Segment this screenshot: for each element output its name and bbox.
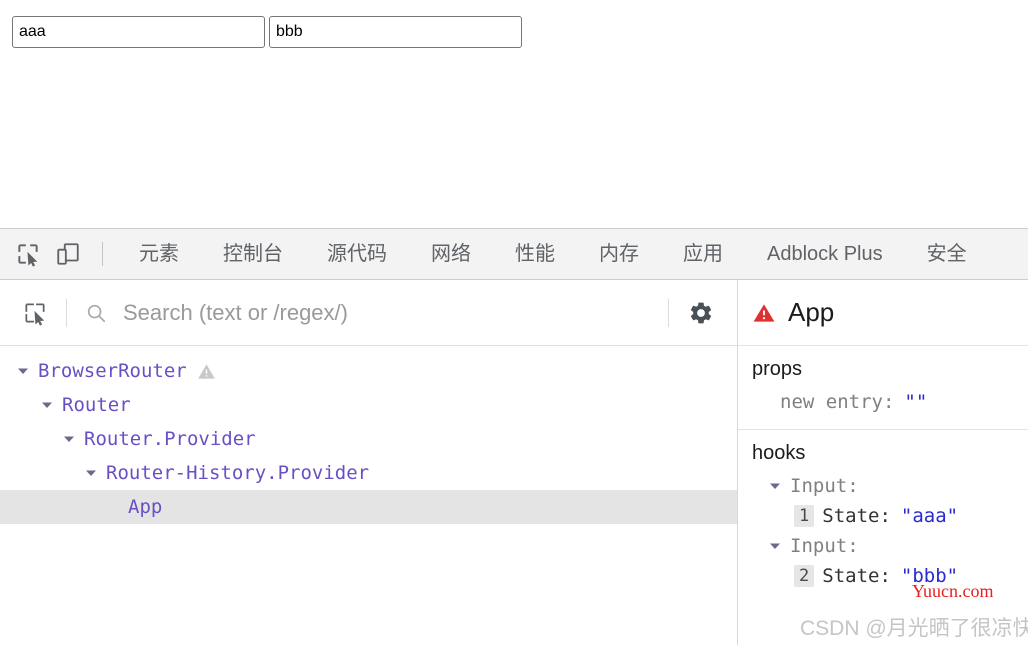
- tab-memory[interactable]: 内存: [577, 229, 661, 279]
- search-input[interactable]: [121, 298, 658, 327]
- chevron-down-icon[interactable]: [60, 430, 78, 448]
- hook-row[interactable]: Input:: [752, 471, 1028, 501]
- tree-row[interactable]: BrowserRouter: [0, 354, 737, 388]
- input-form-row: [12, 16, 522, 48]
- chevron-down-icon[interactable]: [38, 396, 56, 414]
- prop-key: new entry:: [780, 391, 895, 413]
- input-bbb[interactable]: [269, 16, 522, 48]
- props-section: props new entry: "": [738, 346, 1028, 430]
- hooks-section-title: hooks: [752, 442, 806, 464]
- tree-row[interactable]: Router-History.Provider: [0, 456, 737, 490]
- inspector-title: App: [788, 297, 835, 327]
- hook-state-row[interactable]: 2 State: "bbb": [752, 561, 1028, 591]
- gear-icon[interactable]: [679, 291, 723, 335]
- tab-application[interactable]: 应用: [661, 229, 745, 279]
- devtools-window: 元素 控制台 源代码 网络 性能 内存 应用 Adblock Plus 安全 S…: [0, 228, 1028, 645]
- prop-row[interactable]: new entry: "": [752, 387, 1028, 417]
- select-component-icon[interactable]: [14, 292, 56, 334]
- tree-item-label: Router: [62, 394, 131, 416]
- tab-elements[interactable]: 元素: [117, 229, 201, 279]
- hook-state-value[interactable]: "aaa": [901, 505, 958, 527]
- hook-name: Input:: [790, 475, 859, 497]
- hooks-section: hooks Input: 1 State: "aaa" Input: 2 Sta…: [738, 430, 1028, 603]
- tab-adblock-plus[interactable]: Adblock Plus: [745, 229, 905, 279]
- chevron-down-icon[interactable]: [14, 362, 32, 380]
- tree-row-selected[interactable]: App: [0, 490, 737, 524]
- toolbar-divider: [102, 242, 103, 266]
- tree-item-label: Router.Provider: [84, 428, 256, 450]
- hook-index-badge: 1: [794, 505, 815, 527]
- tree-row[interactable]: Router.Provider: [0, 422, 737, 456]
- warning-triangle-icon: [197, 362, 216, 381]
- component-tree: BrowserRouter Router Router.Provider Rou…: [0, 346, 737, 645]
- component-search-bar: [0, 280, 737, 346]
- search-icon: [83, 300, 109, 326]
- tree-item-label: App: [128, 496, 163, 518]
- hook-state-value[interactable]: "bbb": [901, 565, 958, 587]
- inspect-element-icon[interactable]: [8, 234, 48, 274]
- inspector-header: App: [738, 280, 1028, 346]
- tab-console[interactable]: 控制台: [201, 229, 305, 279]
- web-page-area: [0, 0, 1028, 228]
- react-devtools-panel: BrowserRouter Router: [0, 280, 1028, 645]
- props-section-title: props: [752, 358, 803, 380]
- tab-security[interactable]: 安全: [905, 229, 989, 279]
- tree-row[interactable]: Router: [0, 388, 737, 422]
- prop-value[interactable]: "": [904, 391, 927, 413]
- chevron-down-icon[interactable]: [766, 477, 784, 495]
- chevron-down-icon[interactable]: [82, 464, 100, 482]
- settings-divider: [668, 298, 669, 327]
- hook-row[interactable]: Input:: [752, 531, 1028, 561]
- tab-performance[interactable]: 性能: [493, 229, 577, 279]
- hook-state-key: State:: [822, 565, 891, 587]
- chevron-down-icon[interactable]: [766, 537, 784, 555]
- hook-index-badge: 2: [794, 565, 815, 587]
- input-aaa[interactable]: [12, 16, 265, 48]
- inspector-pane: App props new entry: "" hooks Input: 1 S…: [738, 280, 1028, 645]
- hook-state-row[interactable]: 1 State: "aaa": [752, 501, 1028, 531]
- tree-item-label: BrowserRouter: [38, 360, 187, 382]
- tab-network[interactable]: 网络: [409, 229, 493, 279]
- hook-state-key: State:: [822, 505, 891, 527]
- search-divider: [66, 298, 67, 327]
- devtools-tabbar: 元素 控制台 源代码 网络 性能 内存 应用 Adblock Plus 安全: [0, 229, 1028, 280]
- device-toolbar-icon[interactable]: [48, 234, 88, 274]
- component-tree-pane: BrowserRouter Router: [0, 280, 738, 645]
- tree-item-label: Router-History.Provider: [106, 462, 370, 484]
- hook-name: Input:: [790, 535, 859, 557]
- tab-sources[interactable]: 源代码: [305, 229, 409, 279]
- error-warning-icon: [752, 301, 776, 325]
